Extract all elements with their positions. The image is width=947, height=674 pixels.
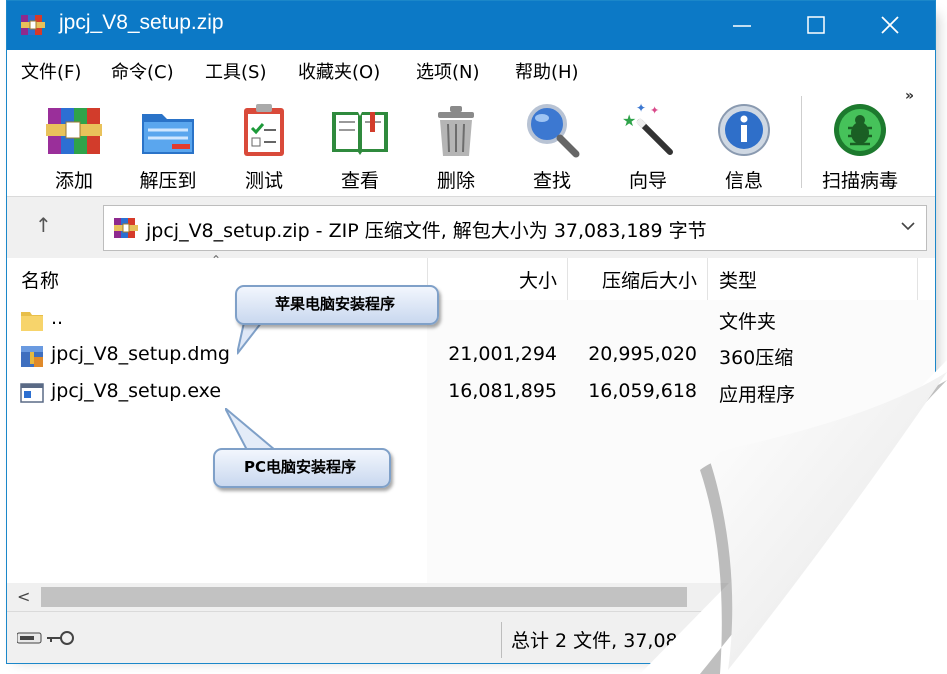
address-bar[interactable]: jpcj_V8_setup.zip - ZIP 压缩文件, 解包大小为 37,0… xyxy=(103,205,927,251)
status-divider xyxy=(501,622,502,658)
menu-tools[interactable]: 工具(S) xyxy=(205,58,266,84)
file-name: .. xyxy=(51,307,64,329)
status-bar: 总计 2 文件, 37,083,189 字节 xyxy=(7,611,935,663)
address-text: jpcj_V8_setup.zip - ZIP 压缩文件, 解包大小为 37,0… xyxy=(146,220,707,242)
wizard-label: 向导 xyxy=(628,170,667,192)
close-icon xyxy=(881,16,899,34)
test-button[interactable]: 测试 xyxy=(217,96,307,192)
add-archive-icon xyxy=(46,108,102,154)
file-type: 文件夹 xyxy=(719,311,777,333)
close-button[interactable] xyxy=(853,1,927,50)
info-label: 信息 xyxy=(724,170,763,192)
maximize-button[interactable] xyxy=(779,1,853,50)
file-type: 360压缩 xyxy=(719,347,794,369)
chevron-down-icon[interactable] xyxy=(900,218,916,234)
table-row[interactable]: jpcj_V8_setup.dmg 21,001,294 20,995,020 … xyxy=(7,338,935,374)
file-name: jpcj_V8_setup.exe xyxy=(51,380,222,402)
delete-label: 删除 xyxy=(436,170,475,192)
view-label: 查看 xyxy=(340,170,379,192)
table-row[interactable]: .. 文件夹 xyxy=(7,302,935,338)
file-size: 16,081,895 xyxy=(448,380,557,402)
up-folder-button[interactable]: ↑ xyxy=(35,213,52,237)
menu-commands[interactable]: 命令(C) xyxy=(111,58,174,84)
svg-text:✦: ✦ xyxy=(650,104,659,117)
info-icon xyxy=(718,104,770,156)
scan-virus-button[interactable]: 扫描病毒 xyxy=(813,96,903,192)
toolbar-overflow-chevron-icon[interactable]: » xyxy=(905,88,914,104)
archive-window: jpcj_V8_setup.zip 文件(F) 命令(C) 工具(S) 收藏夹(… xyxy=(6,0,936,664)
info-button[interactable]: 信息 xyxy=(697,96,787,192)
file-packed-size: 16,059,618 xyxy=(588,380,697,402)
trash-icon xyxy=(438,106,474,156)
winrar-app-icon xyxy=(21,15,45,35)
delete-button[interactable]: 删除 xyxy=(409,96,499,192)
toolbar-separator xyxy=(801,96,802,188)
horizontal-scrollbar[interactable]: < xyxy=(7,583,935,611)
find-label: 查找 xyxy=(532,170,571,192)
menu-favorites[interactable]: 收藏夹(O) xyxy=(298,58,380,84)
window-title: jpcj_V8_setup.zip xyxy=(59,11,224,34)
test-clipboard-icon xyxy=(244,104,284,156)
svg-text:★: ★ xyxy=(622,111,636,130)
callout-pc: PC电脑安装程序 xyxy=(213,448,391,488)
magnifier-icon xyxy=(527,104,580,158)
column-divider[interactable] xyxy=(917,258,918,300)
callout-mac: 苹果电脑安装程序 xyxy=(235,285,439,325)
add-label: 添加 xyxy=(54,170,93,192)
toolbar: 添加 解压到 测试 查看 删除 查找 ★ ✦ ✦ 向导 信息 扫描病毒 » xyxy=(7,88,935,196)
scan-virus-label: 扫描病毒 xyxy=(821,170,898,192)
file-packed-size: 20,995,020 xyxy=(588,343,697,365)
file-size: 21,001,294 xyxy=(448,343,557,365)
test-label: 测试 xyxy=(244,170,283,192)
file-list: ⌃ 名称 大小 压缩后大小 类型 .. 文件夹 jpcj_V8_setup.dm… xyxy=(7,253,935,583)
scrollbar-thumb[interactable] xyxy=(41,587,687,607)
zip-file-icon xyxy=(114,218,138,238)
360-archive-icon xyxy=(21,346,43,367)
find-button[interactable]: 查找 xyxy=(505,96,595,192)
svg-text:✦: ✦ xyxy=(636,101,646,115)
folder-icon xyxy=(21,312,43,331)
status-summary: 总计 2 文件, 37,083,189 字节 xyxy=(511,630,777,652)
file-type: 应用程序 xyxy=(719,384,796,406)
title-bar[interactable]: jpcj_V8_setup.zip xyxy=(7,1,935,50)
scroll-left-arrow-icon[interactable]: < xyxy=(17,587,30,606)
virus-scan-icon xyxy=(834,104,886,156)
add-button[interactable]: 添加 xyxy=(27,96,117,192)
callout-mac-text: 苹果电脑安装程序 xyxy=(274,295,395,313)
minimize-icon xyxy=(733,25,751,27)
wizard-button[interactable]: ★ ✦ ✦ 向导 xyxy=(601,96,691,192)
address-row: ↑ jpcj_V8_setup.zip - ZIP 压缩文件, 解包大小为 37… xyxy=(7,196,935,260)
extract-to-button[interactable]: 解压到 xyxy=(121,96,211,192)
extract-to-label: 解压到 xyxy=(139,170,197,192)
file-name: jpcj_V8_setup.dmg xyxy=(51,343,230,365)
menu-file[interactable]: 文件(F) xyxy=(21,58,81,84)
view-button[interactable]: 查看 xyxy=(313,96,403,192)
menu-options[interactable]: 选项(N) xyxy=(416,58,480,84)
drive-key-icon[interactable] xyxy=(17,628,75,648)
column-divider[interactable] xyxy=(707,258,708,300)
magic-wand-icon: ★ ✦ ✦ xyxy=(622,101,673,155)
maximize-icon xyxy=(807,16,825,34)
extract-folder-icon xyxy=(142,114,194,154)
menu-help[interactable]: 帮助(H) xyxy=(515,58,579,84)
menu-bar: 文件(F) 命令(C) 工具(S) 收藏夹(O) 选项(N) 帮助(H) xyxy=(7,50,935,88)
callout-pc-text: PC电脑安装程序 xyxy=(243,458,356,476)
minimize-button[interactable] xyxy=(705,1,779,50)
column-divider[interactable] xyxy=(567,258,568,300)
sort-caret-icon: ⌃ xyxy=(211,253,222,267)
view-book-icon xyxy=(332,112,388,155)
table-row[interactable]: jpcj_V8_setup.exe 16,081,895 16,059,618 … xyxy=(7,375,935,411)
exe-application-icon xyxy=(20,383,44,403)
